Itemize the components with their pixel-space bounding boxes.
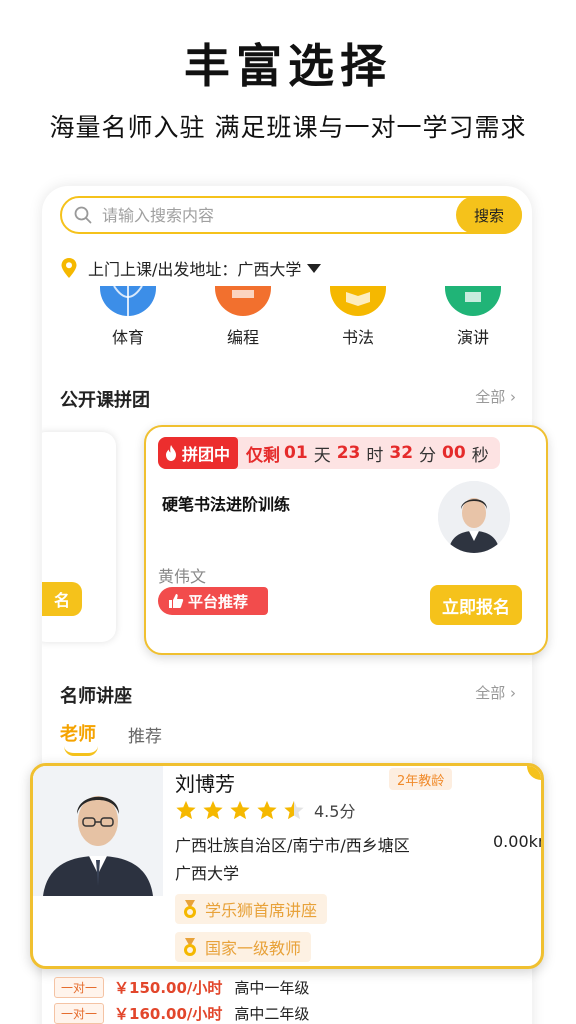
star-icon [176,800,196,820]
group-section-title: 公开课拼团 [60,390,150,411]
thumbs-up-icon [169,594,184,608]
medal-icon [184,938,196,956]
tab-teacher[interactable]: 老师 [60,720,96,746]
hero-subtitle: 海量名师入驻 满足班课与一对一学习需求 [49,113,527,142]
search-input[interactable] [102,198,442,232]
badge-text: 平台推荐 [188,592,249,611]
category-item-coding[interactable]: 编程 [203,286,283,348]
signup-button[interactable]: 立即报名 [430,585,522,625]
category-label: 演讲 [456,328,489,347]
star-icon [203,800,223,820]
rating-text: 4.5分 [314,802,356,821]
teacher-card[interactable]: 刘博芳 2年教龄 4.5分 广西壮族自治区/南宁市/西乡塘区 0.00km 广西… [30,763,544,969]
countdown-minutes-unit: 分 [419,445,437,466]
address-label: 上门上课/出发地址：广西大学 [88,260,302,279]
category-label: 书法 [341,328,374,347]
countdown-hours-unit: 时 [366,445,384,466]
category-label: 体育 [111,328,144,347]
book-icon [330,286,386,316]
group-course-card[interactable]: 拼团中 仅剩 01 天 23 时 32 分 00 秒 硬笔书法进阶训练 黄伟文 … [144,425,548,655]
countdown-bar: 拼团中 仅剩 01 天 23 时 32 分 00 秒 [158,437,500,469]
countdown-hours: 23 [336,443,361,463]
countdown-days-unit: 天 [313,445,331,466]
price-type-tag: 一对一 [54,1003,105,1024]
rating-stars: 4.5分 [175,798,355,822]
fire-icon [166,445,176,461]
star-icon [257,800,277,820]
signup-button-previous[interactable]: 名 [42,582,82,616]
price-value: ￥150.00/小时 [114,979,223,997]
search-icon [74,206,92,224]
teacher-school: 广西大学 [175,864,240,883]
podium-icon [445,286,501,316]
more-label: 全部 [475,684,506,702]
search-bar[interactable]: 搜索 [60,196,522,234]
countdown-days: 01 [284,443,308,463]
star-icon [230,800,250,820]
avatar [438,481,510,553]
category-item-speech[interactable]: 演讲 [433,286,513,348]
teacher-name: 黄伟文 [158,567,207,586]
search-button[interactable]: 搜索 [456,196,522,234]
location-pin-icon [61,258,77,278]
chevron-right-icon: › [510,684,516,702]
address-selector[interactable]: 上门上课/出发地址：广西大学 [60,256,322,280]
group-section-more[interactable]: 全部 › [475,386,516,407]
honor-text: 学乐狮首席讲座 [205,901,318,920]
lecture-section-more[interactable]: 全部 › [475,682,516,703]
category-item-calligraphy[interactable]: 书法 [318,286,398,348]
price-type-tag: 一对一 [54,977,105,998]
platform-recommend-badge: 平台推荐 [158,587,268,615]
honor-badge: 学乐狮首席讲座 [175,894,328,924]
basketball-icon [100,286,156,316]
category-item-sports[interactable]: 体育 [88,286,168,348]
countdown-seconds: 00 [442,443,466,463]
tab-recommend[interactable]: 推荐 [128,722,162,747]
chevron-right-icon: › [510,388,516,406]
honor-text: 国家一级教师 [205,939,302,958]
lecture-section-title: 名师讲座 [60,686,132,707]
tab-active-indicator [64,746,98,756]
countdown-minutes: 32 [389,443,414,463]
chevron-down-icon [307,263,322,273]
countdown-seconds-unit: 秒 [471,445,489,466]
teacher-card-name: 刘博芳 [175,772,235,796]
experience-badge: 2年教龄 [389,768,453,790]
laptop-icon [215,286,271,316]
medal-icon [184,900,196,918]
teacher-photo [33,766,163,896]
countdown-prefix: 仅剩 [246,445,281,466]
course-title: 硬笔书法进阶训练 [162,495,291,514]
half-star-icon [284,800,304,820]
price-grade: 高中二年级 [234,1005,310,1023]
teacher-region: 广西壮族自治区/南宁市/西乡塘区 [175,836,410,855]
status-tag: 拼团中 [158,437,239,469]
price-row[interactable]: 一对一 ￥160.00/小时 高中二年级 [54,1003,309,1024]
more-label: 全部 [475,388,506,406]
price-value: ￥160.00/小时 [114,1005,223,1023]
price-row[interactable]: 一对一 ￥150.00/小时 高中一年级 [54,977,309,998]
hero-title: 丰富选择 [184,39,392,93]
price-grade: 高中一年级 [234,979,310,997]
corner-decoration [527,766,541,780]
teacher-distance: 0.00km [493,832,541,851]
status-text: 拼团中 [182,445,231,464]
honor-badge: 国家一级教师 [175,932,312,962]
category-label: 编程 [226,328,259,347]
